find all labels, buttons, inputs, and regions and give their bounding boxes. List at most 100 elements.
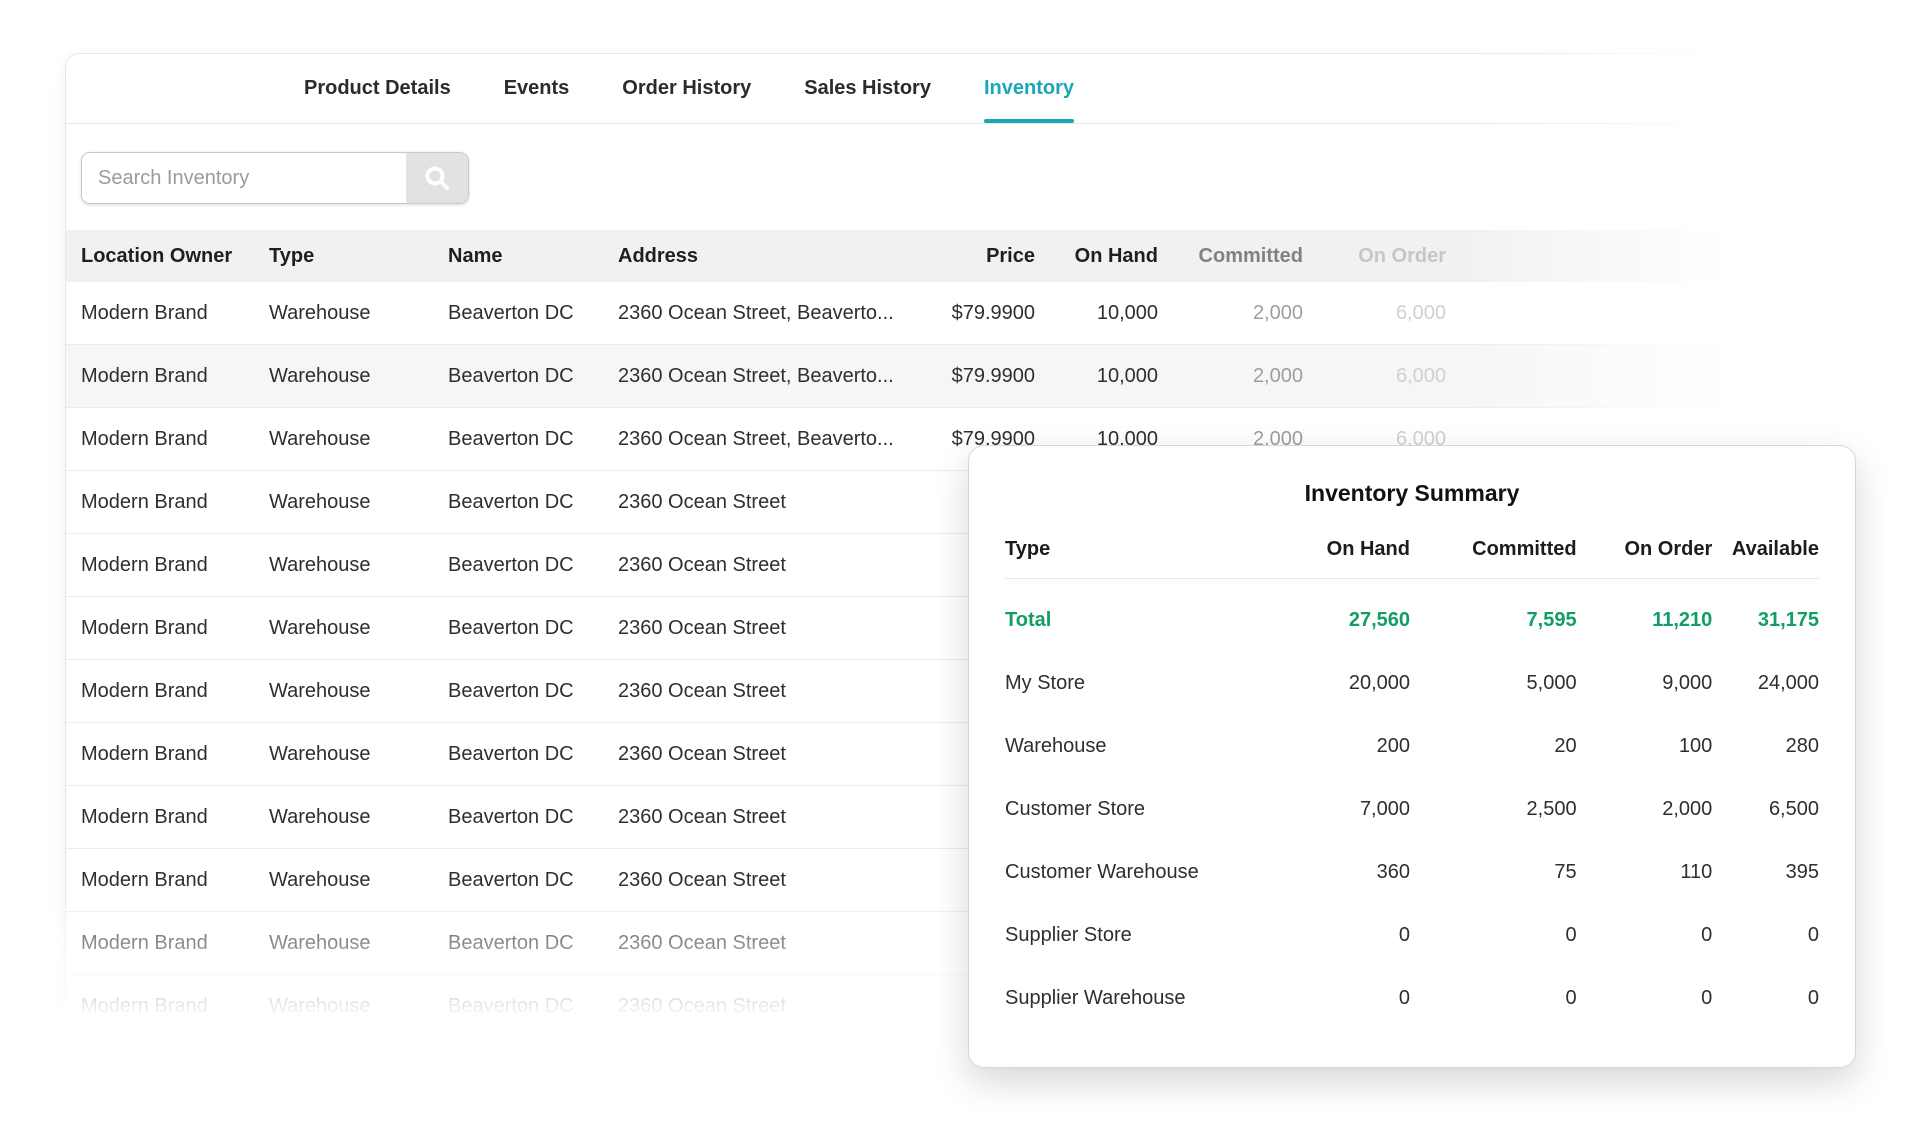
- summary-cell-on-order: 110: [1577, 861, 1713, 884]
- summary-cell-on-hand: 360: [1260, 861, 1410, 884]
- cell-name: Beaverton DC: [448, 743, 618, 766]
- summary-cell-committed: 7,595: [1410, 609, 1577, 632]
- cell-address: 2360 Ocean Street: [618, 554, 915, 577]
- cell-type: Warehouse: [269, 932, 448, 955]
- summary-cell-available: 0: [1712, 987, 1819, 1010]
- cell-type: Warehouse: [269, 491, 448, 514]
- cell-address: 2360 Ocean Street: [618, 680, 915, 703]
- cell-address: 2360 Ocean Street: [618, 995, 915, 1018]
- cell-address: 2360 Ocean Street: [618, 869, 915, 892]
- search-row: [66, 124, 1744, 204]
- summary-row-warehouse: Warehouse 200 20 100 280: [1005, 715, 1819, 778]
- summary-cell-available: 395: [1712, 861, 1819, 884]
- tab-bar: Product Details Events Order History Sal…: [66, 54, 1744, 124]
- cell-type: Warehouse: [269, 617, 448, 640]
- cell-type: Warehouse: [269, 743, 448, 766]
- cell-name: Beaverton DC: [448, 428, 618, 451]
- cell-location-owner: Modern Brand: [66, 302, 269, 325]
- column-header-location-owner: Location Owner: [66, 245, 269, 268]
- cell-address: 2360 Ocean Street, Beaverto...: [618, 365, 915, 388]
- summary-cell-available: 0: [1712, 924, 1819, 947]
- tab-inventory[interactable]: Inventory: [984, 54, 1074, 123]
- search-input[interactable]: [82, 153, 406, 203]
- cell-on-order: 6,000: [1303, 365, 1446, 388]
- summary-cell-available: 280: [1712, 735, 1819, 758]
- cell-type: Warehouse: [269, 680, 448, 703]
- summary-row-customer-warehouse: Customer Warehouse 360 75 110 395: [1005, 841, 1819, 904]
- cell-location-owner: Modern Brand: [66, 491, 269, 514]
- tab-label: Inventory: [984, 77, 1074, 100]
- summary-table-body: Total 27,560 7,595 11,210 31,175 My Stor…: [1005, 579, 1819, 1030]
- cell-name: Beaverton DC: [448, 617, 618, 640]
- tab-sales-history[interactable]: Sales History: [804, 54, 931, 123]
- search-button[interactable]: [406, 153, 468, 203]
- cell-on-hand: 10,000: [1035, 365, 1158, 388]
- cell-address: 2360 Ocean Street, Beaverto...: [618, 302, 915, 325]
- cell-type: Warehouse: [269, 554, 448, 577]
- cell-name: Beaverton DC: [448, 302, 618, 325]
- cell-location-owner: Modern Brand: [66, 680, 269, 703]
- summary-column-on-hand: On Hand: [1260, 538, 1410, 561]
- Beaverton DC[interactable]: Modern Brand Warehouse Beaverton DC 2360…: [66, 282, 1744, 345]
- summary-cell-type: Warehouse: [1005, 735, 1260, 758]
- summary-row-total: Total 27,560 7,595 11,210 31,175: [1005, 589, 1819, 652]
- column-header-committed: Committed: [1158, 245, 1303, 268]
- cell-location-owner: Modern Brand: [66, 932, 269, 955]
- summary-cell-on-order: 100: [1577, 735, 1713, 758]
- cell-type: Warehouse: [269, 995, 448, 1018]
- summary-cell-on-hand: 0: [1260, 924, 1410, 947]
- summary-cell-on-order: 2,000: [1577, 798, 1713, 821]
- tab-order-history[interactable]: Order History: [622, 54, 751, 123]
- cell-committed: 2,000: [1158, 302, 1303, 325]
- summary-cell-on-order: 11,210: [1577, 609, 1713, 632]
- inventory-table-header: Location Owner Type Name Address Price O…: [66, 230, 1744, 282]
- summary-cell-committed: 20: [1410, 735, 1577, 758]
- summary-cell-committed: 2,500: [1410, 798, 1577, 821]
- cell-name: Beaverton DC: [448, 932, 618, 955]
- summary-row-customer-store: Customer Store 7,000 2,500 2,000 6,500: [1005, 778, 1819, 841]
- summary-cell-on-hand: 0: [1260, 987, 1410, 1010]
- summary-cell-on-order: 0: [1577, 987, 1713, 1010]
- summary-cell-on-hand: 20,000: [1260, 672, 1410, 695]
- summary-cell-type: Customer Warehouse: [1005, 861, 1260, 884]
- cell-location-owner: Modern Brand: [66, 806, 269, 829]
- summary-row-supplier-warehouse: Supplier Warehouse 0 0 0 0: [1005, 967, 1819, 1030]
- tab-events[interactable]: Events: [504, 54, 570, 123]
- column-header-name: Name: [448, 245, 618, 268]
- page: Product Details Events Order History Sal…: [0, 0, 1920, 1138]
- cell-on-order: 6,000: [1303, 302, 1446, 325]
- cell-type: Warehouse: [269, 428, 448, 451]
- summary-cell-on-hand: 200: [1260, 735, 1410, 758]
- cell-location-owner: Modern Brand: [66, 365, 269, 388]
- summary-cell-available: 31,175: [1712, 609, 1819, 632]
- tab-label: Events: [504, 77, 570, 100]
- summary-cell-on-hand: 27,560: [1260, 609, 1410, 632]
- cell-name: Beaverton DC: [448, 680, 618, 703]
- column-header-on-order: On Order: [1303, 245, 1446, 268]
- summary-cell-committed: 75: [1410, 861, 1577, 884]
- tab-product-details[interactable]: Product Details: [304, 54, 451, 123]
- cell-name: Beaverton DC: [448, 554, 618, 577]
- cell-location-owner: Modern Brand: [66, 428, 269, 451]
- tab-label: Order History: [622, 77, 751, 100]
- column-header-address: Address: [618, 245, 915, 268]
- cell-name: Beaverton DC: [448, 806, 618, 829]
- cell-address: 2360 Ocean Street: [618, 743, 915, 766]
- summary-row-my-store: My Store 20,000 5,000 9,000 24,000: [1005, 652, 1819, 715]
- cell-name: Beaverton DC: [448, 869, 618, 892]
- cell-committed: 2,000: [1158, 365, 1303, 388]
- column-header-type: Type: [269, 245, 448, 268]
- summary-cell-available: 24,000: [1712, 672, 1819, 695]
- cell-location-owner: Modern Brand: [66, 743, 269, 766]
- search-icon: [423, 164, 451, 192]
- cell-location-owner: Modern Brand: [66, 617, 269, 640]
- summary-cell-on-hand: 7,000: [1260, 798, 1410, 821]
- summary-cell-on-order: 0: [1577, 924, 1713, 947]
- summary-cell-committed: 0: [1410, 924, 1577, 947]
- summary-cell-committed: 0: [1410, 987, 1577, 1010]
- cell-address: 2360 Ocean Street, Beaverto...: [618, 428, 915, 451]
- summary-column-type: Type: [1005, 538, 1260, 561]
- summary-cell-on-order: 9,000: [1577, 672, 1713, 695]
- Beaverton DC[interactable]: Modern Brand Warehouse Beaverton DC 2360…: [66, 345, 1744, 408]
- cell-address: 2360 Ocean Street: [618, 932, 915, 955]
